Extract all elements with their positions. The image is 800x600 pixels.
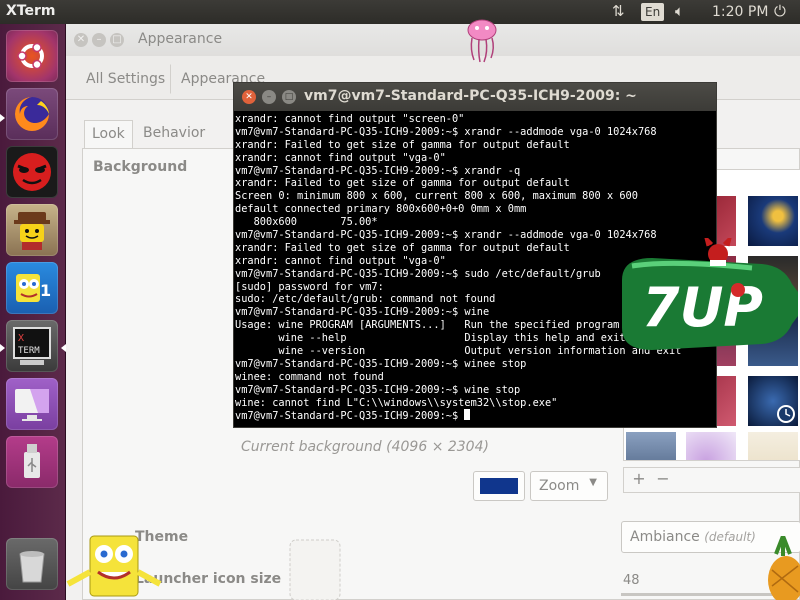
- launcher: 1 X TERM: [0, 24, 66, 600]
- appearance-titlebar: ✕ – □ Appearance: [66, 24, 800, 56]
- theme-select-value: Ambiance: [630, 529, 700, 545]
- launcher-item-firefox[interactable]: [6, 88, 58, 140]
- keyboard-layout-indicator[interactable]: En: [641, 3, 665, 21]
- launcher-item-red-face[interactable]: [6, 146, 58, 198]
- power-icon[interactable]: ⏻: [774, 2, 786, 20]
- terminal-line: xrandr: Failed to get size of gamma for …: [235, 138, 570, 151]
- svg-text:X: X: [18, 333, 24, 344]
- xterm-minimize-button[interactable]: –: [262, 90, 276, 104]
- chevron-down-icon: ▼: [589, 477, 597, 488]
- active-app-name: XTerm: [6, 3, 56, 19]
- xterm-titlebar[interactable]: ✕ – □ vm7@vm7-Standard-PC-Q35-ICH9-2009:…: [234, 83, 716, 111]
- ghost-sponge-sticker: [289, 539, 341, 600]
- spongebob-icon: 1: [16, 274, 51, 302]
- soda-label: 7UP: [642, 276, 763, 339]
- terminal-line: vm7@vm7-Standard-PC-Q35-ICH9-2009:~$ win…: [235, 383, 521, 396]
- add-wallpaper-button[interactable]: +: [628, 469, 650, 491]
- minimize-button[interactable]: –: [92, 33, 106, 47]
- devil-sticker: [704, 238, 732, 266]
- pineapple-sticker: [768, 536, 800, 600]
- firefox-icon: [15, 97, 49, 131]
- terminal-line: vm7@vm7-Standard-PC-Q35-ICH9-2009:~$: [235, 409, 716, 422]
- wallpaper-thumb[interactable]: [748, 196, 798, 246]
- network-arrows-icon[interactable]: ⇅: [612, 2, 625, 20]
- background-label: Background: [93, 159, 188, 175]
- terminal-line: default connected primary 800x600+0+0 0m…: [235, 203, 527, 216]
- lego-figure-icon: [14, 212, 50, 250]
- maximize-button[interactable]: □: [110, 33, 124, 47]
- theme-default-hint: (default): [704, 530, 756, 544]
- spongebob-sticker: [66, 535, 162, 597]
- launcher-item-dash[interactable]: [6, 30, 58, 82]
- terminal-cursor: [464, 409, 471, 421]
- red-face-icon: [13, 153, 51, 191]
- running-indicator: [0, 344, 5, 352]
- terminal-line: xrandr: cannot find output "screen-0": [235, 113, 465, 125]
- terminal-line: wine: cannot find L"C:\\windows\\system3…: [235, 396, 558, 409]
- svg-text:1: 1: [40, 281, 51, 300]
- terminal-line: winee: command not found: [235, 370, 384, 383]
- terminal-line: vm7@vm7-Standard-PC-Q35-ICH9-2009:~$ xra…: [235, 164, 521, 177]
- terminal-line: xrandr: cannot find output "vga-0": [235, 151, 446, 164]
- launcher-item-trash[interactable]: [6, 538, 58, 590]
- window-title: Appearance: [138, 31, 223, 47]
- launcher-item-xterm[interactable]: X TERM: [6, 320, 58, 372]
- launcher-item-usb[interactable]: [6, 436, 58, 488]
- close-button[interactable]: ✕: [74, 33, 88, 47]
- ubuntu-logo-icon: [17, 42, 44, 70]
- terminal-line: xrandr: Failed to get size of gamma for …: [235, 177, 570, 190]
- trash-icon: [19, 551, 45, 583]
- running-indicator: [0, 114, 5, 122]
- color-swatch: [480, 478, 518, 494]
- monitor-icon: [15, 389, 49, 421]
- terminal-line: vm7@vm7-Standard-PC-Q35-ICH9-2009:~$ xra…: [235, 125, 657, 138]
- tab-look[interactable]: Look: [84, 120, 133, 148]
- background-color-button[interactable]: [473, 471, 525, 501]
- terminal-line: 800x600 75.00*: [235, 216, 378, 229]
- zoom-select-value: Zoom: [539, 478, 580, 494]
- svg-text:TERM: TERM: [18, 346, 40, 356]
- remove-wallpaper-button[interactable]: −: [652, 469, 674, 491]
- tab-behavior[interactable]: Behavior: [136, 120, 212, 148]
- zoom-select[interactable]: Zoom ▼: [530, 471, 608, 501]
- wallpaper-grid-controls: + −: [623, 467, 800, 493]
- all-settings-button[interactable]: All Settings: [75, 64, 176, 94]
- launcher-icon-size-value: 48: [623, 573, 640, 588]
- usb-icon: [24, 444, 40, 478]
- wallpaper-thumb[interactable]: [626, 432, 676, 460]
- xterm-close-button[interactable]: ✕: [242, 90, 256, 104]
- terminal-line: vm7@vm7-Standard-PC-Q35-ICH9-2009:~$ xra…: [235, 229, 657, 242]
- launcher-item-display-settings[interactable]: [6, 378, 58, 430]
- current-background-caption: Current background (4096 × 2304): [241, 439, 489, 455]
- wallpaper-thumb[interactable]: [748, 376, 798, 426]
- xterm-icon: X TERM: [13, 327, 51, 365]
- clock[interactable]: 1:20 PM: [712, 4, 768, 22]
- clock-badge-icon: [777, 405, 795, 423]
- wallpaper-thumb[interactable]: [686, 432, 736, 460]
- launcher-item-lego[interactable]: [6, 204, 58, 256]
- launcher-item-spongebob[interactable]: 1: [6, 262, 58, 314]
- volume-icon[interactable]: 🔈︎: [675, 2, 684, 20]
- top-panel: XTerm ⇅ En 🔈︎ 1:20 PM ⏻: [0, 0, 800, 24]
- xterm-maximize-button[interactable]: □: [282, 90, 296, 104]
- jellyfish-sticker: [467, 19, 497, 63]
- wallpaper-thumb[interactable]: [748, 432, 798, 460]
- terminal-line: Screen 0: minimum 800 x 600, current 800…: [235, 190, 638, 203]
- xterm-title: vm7@vm7-Standard-PC-Q35-ICH9-2009: ~: [304, 88, 637, 104]
